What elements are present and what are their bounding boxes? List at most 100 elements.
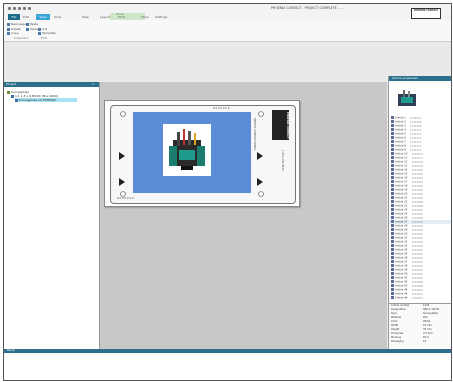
article-icon — [391, 188, 394, 191]
article-icon — [391, 284, 394, 287]
ribbon-group-edit: Edit — [41, 36, 47, 40]
open-label: Open — [30, 27, 39, 31]
undo-icon[interactable] — [13, 7, 16, 10]
article-icon — [391, 168, 394, 171]
article-panel-header: Article properties — [389, 76, 451, 81]
window-title: PHOENIX CONTACT - PROJECT COMPLETE - ... — [271, 6, 343, 10]
brand-logo-text: PHOENIX CONTACT — [413, 9, 439, 12]
article-icon — [391, 236, 394, 239]
article-icon — [391, 176, 394, 179]
new-page-icon — [7, 22, 10, 26]
tree-item-selected[interactable]: Surveyplate 10 PHOENIX — [15, 98, 77, 102]
article-icon — [391, 244, 394, 247]
template-icon — [38, 31, 41, 35]
ribbon: New page Paste Delete Open Cut Copy Temp… — [4, 20, 451, 42]
article-icon — [391, 296, 394, 299]
article-icon — [391, 172, 394, 175]
article-icon — [391, 192, 394, 195]
copy-icon — [7, 31, 10, 35]
article-icon — [391, 248, 394, 251]
properties-grid: Article number 1234 Designation SBS-A 19X35… — [389, 303, 451, 350]
save-icon[interactable] — [8, 7, 11, 10]
document-page[interactable]: 0 0 0 0 0 0 0 0 0 0 0 0 0 0 SKETCH CONTA… — [104, 100, 300, 207]
article-icon — [391, 256, 394, 259]
chevron-down-icon[interactable] — [28, 7, 31, 10]
project-panel-header: Project × — [4, 82, 99, 87]
plate-side-number: 1 800 234 5634 — [281, 150, 284, 171]
project-panel-title: Project — [6, 82, 17, 86]
article-icon — [391, 124, 394, 127]
plate-icon — [15, 98, 18, 102]
article-list-item[interactable]: Article 46 1234612 — [389, 296, 451, 300]
new-page-button[interactable]: New page — [7, 22, 26, 26]
folder-icon — [7, 90, 10, 94]
template-label: Template — [42, 31, 56, 35]
paste-icon — [26, 22, 29, 26]
article-number: 1234612 — [411, 296, 424, 300]
open-button[interactable]: Open — [26, 27, 38, 31]
tool-bag-thumbnail-icon — [398, 90, 416, 106]
plate-brand-logo: PHOENIX CONTACT — [272, 110, 289, 140]
article-icon — [391, 196, 394, 199]
article-icon — [391, 132, 394, 135]
article-panel-title: Article properties — [392, 76, 418, 80]
article-list[interactable]: Article 1 1234567 Article 2 1234568 Article … — [389, 116, 451, 303]
article-icon — [391, 152, 394, 155]
title-bar: PHOENIX CONTACT - PROJECT COMPLETE - ...… — [4, 4, 451, 42]
article-name: Article 46 — [395, 296, 408, 300]
article-icon — [391, 232, 394, 235]
redo-icon[interactable] — [18, 7, 21, 10]
copy-label: Copy — [11, 31, 19, 35]
article-icon — [391, 260, 394, 263]
plate-icon — [11, 94, 14, 98]
ribbon-group-clipboard: Clipboard — [14, 36, 29, 40]
new-page-label: New page — [11, 22, 26, 26]
paste-label: Paste — [30, 22, 39, 26]
article-icon — [391, 292, 394, 295]
article-icon — [391, 280, 394, 283]
brand-logo: PHOENIX CONTACT — [411, 8, 441, 19]
property-value[interactable]: 10 — [423, 340, 426, 344]
copy-button[interactable]: Copy — [7, 31, 19, 35]
article-icon — [391, 216, 394, 219]
article-icon — [391, 156, 394, 159]
article-icon — [391, 136, 394, 139]
article-icon — [391, 200, 394, 203]
article-icon — [391, 144, 394, 147]
article-icon — [391, 268, 394, 271]
article-icon — [391, 212, 394, 215]
paste-button[interactable]: Paste — [26, 22, 38, 26]
close-icon[interactable]: × — [92, 82, 95, 87]
project-panel: Project × Surveyplate 1:1 1.5 x 9 BOOK (… — [4, 82, 100, 349]
article-icon — [391, 288, 394, 291]
article-panel: Article properties Article 1 1234567 Artic… — [388, 76, 451, 350]
open-icon — [26, 27, 29, 31]
article-icon — [391, 252, 394, 255]
article-icon — [391, 208, 394, 211]
app-window: PHOENIX CONTACT - PROJECT COMPLETE - ...… — [3, 3, 452, 381]
article-icon — [391, 164, 394, 167]
article-icon — [391, 128, 394, 131]
property-key: Packaging — [391, 340, 404, 343]
article-icon — [391, 140, 394, 143]
article-icon — [391, 272, 394, 275]
plate-fixtures — [119, 111, 264, 197]
plate-side-text: SKETCH CONTACT PANEL — [253, 118, 256, 151]
article-icon — [391, 120, 394, 123]
canvas[interactable]: 0 0 0 0 0 0 0 0 0 0 0 0 0 0 SKETCH CONTA… — [100, 82, 387, 349]
marker-plate[interactable]: 0 0 0 0 0 0 0 0 0 0 0 0 0 0 SKETCH CONTA… — [110, 105, 296, 204]
article-icon — [391, 240, 394, 243]
article-icon — [391, 184, 394, 187]
article-icon — [391, 148, 394, 151]
article-icon — [391, 276, 394, 279]
article-icon — [391, 160, 394, 163]
print-icon[interactable] — [23, 7, 26, 10]
article-thumbnail — [395, 88, 419, 110]
template-button[interactable]: Template — [38, 31, 56, 35]
article-icon — [391, 224, 394, 227]
article-icon — [391, 228, 394, 231]
article-icon — [391, 220, 394, 223]
bottom-area — [4, 353, 451, 380]
plate-brand-text: PHOENIX CONTACT — [286, 111, 289, 139]
property-row: Packaging 10 — [389, 340, 451, 344]
